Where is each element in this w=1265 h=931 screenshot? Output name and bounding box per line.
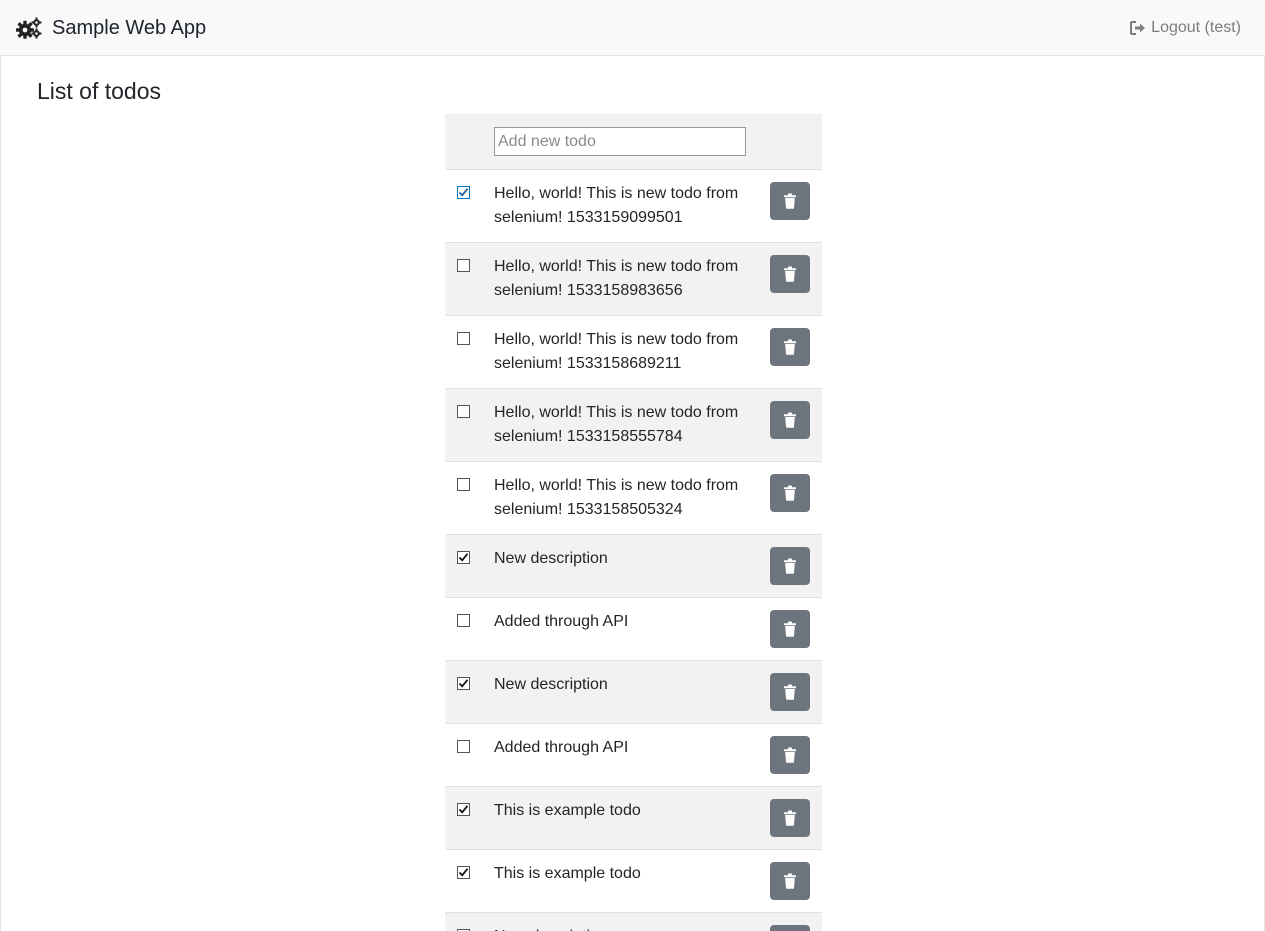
checkmark-icon — [458, 805, 469, 814]
cogs-icon — [16, 17, 42, 39]
checkmark-icon — [458, 553, 469, 562]
logout-link[interactable]: Logout (test) — [1130, 0, 1241, 56]
delete-todo-button[interactable] — [770, 673, 810, 711]
todo-table: Hello, world! This is new todo from sele… — [445, 114, 822, 931]
todo-row: Hello, world! This is new todo from sele… — [445, 462, 822, 535]
todo-checkbox[interactable] — [457, 614, 470, 627]
todo-text: Added through API — [494, 739, 629, 756]
todo-row: Added through API — [445, 598, 822, 661]
todo-checkbox[interactable] — [457, 478, 470, 491]
todo-row: New description — [445, 535, 822, 598]
trash-icon — [784, 810, 796, 826]
trash-icon — [784, 684, 796, 700]
page-title: List of todos — [37, 78, 162, 104]
todo-text: Hello, world! This is new todo from sele… — [494, 258, 739, 299]
checkmark-icon — [458, 679, 469, 688]
todo-checkbox[interactable] — [457, 259, 470, 272]
delete-todo-button[interactable] — [770, 610, 810, 648]
trash-icon — [784, 266, 796, 282]
todo-row: New description — [445, 661, 822, 724]
trash-icon — [784, 621, 796, 637]
todo-row: Hello, world! This is new todo from sele… — [445, 316, 822, 389]
todo-row: New description — [445, 913, 822, 931]
todo-row: Hello, world! This is new todo from sele… — [445, 170, 822, 243]
delete-todo-button[interactable] — [770, 925, 810, 931]
todo-checkbox[interactable] — [457, 803, 470, 816]
delete-todo-button[interactable] — [770, 182, 810, 220]
todo-text: New description — [494, 925, 750, 931]
brand-link[interactable]: Sample Web App — [16, 0, 206, 56]
trash-icon — [784, 558, 796, 574]
trash-icon — [784, 485, 796, 501]
todo-text: Hello, world! This is new todo from sele… — [494, 331, 739, 372]
todo-text: This is example todo — [494, 865, 641, 882]
todo-checkbox[interactable] — [457, 551, 470, 564]
trash-icon — [784, 873, 796, 889]
delete-todo-button[interactable] — [770, 401, 810, 439]
trash-icon — [784, 747, 796, 763]
todo-checkbox[interactable] — [457, 677, 470, 690]
todo-checkbox[interactable] — [457, 740, 470, 753]
todo-row: This is example todo — [445, 787, 822, 850]
trash-icon — [784, 412, 796, 428]
delete-todo-button[interactable] — [770, 547, 810, 585]
todo-text: Hello, world! This is new todo from sele… — [494, 404, 739, 445]
brand-label: Sample Web App — [52, 16, 207, 39]
todo-row: This is example todo — [445, 850, 822, 913]
checkmark-icon — [458, 188, 469, 197]
todo-row: Hello, world! This is new todo from sele… — [445, 389, 822, 462]
sign-out-icon — [1130, 21, 1146, 35]
delete-todo-button[interactable] — [770, 255, 810, 293]
delete-todo-button[interactable] — [770, 328, 810, 366]
todo-text: Hello, world! This is new todo from sele… — [494, 477, 739, 518]
delete-todo-button[interactable] — [770, 862, 810, 900]
todo-text: New description — [494, 550, 608, 567]
delete-todo-button[interactable] — [770, 474, 810, 512]
todo-checkbox[interactable] — [457, 866, 470, 879]
todo-text: This is example todo — [494, 802, 641, 819]
todo-checkbox[interactable] — [457, 405, 470, 418]
todo-row: Hello, world! This is new todo from sele… — [445, 243, 822, 316]
trash-icon — [784, 339, 796, 355]
logout-label: Logout (test) — [1151, 19, 1241, 36]
main-content: List of todos Hello, world! This is new … — [0, 56, 1265, 931]
todo-text: Added through API — [494, 613, 629, 630]
add-todo-input[interactable] — [494, 127, 746, 156]
navbar: Sample Web App Logout (test) — [0, 0, 1265, 56]
todo-text: Hello, world! This is new todo from sele… — [494, 185, 739, 226]
todo-row: Added through API — [445, 724, 822, 787]
trash-icon — [784, 193, 796, 209]
checkmark-icon — [458, 868, 469, 877]
delete-todo-button[interactable] — [770, 736, 810, 774]
add-todo-row — [445, 114, 822, 170]
todo-checkbox[interactable] — [457, 332, 470, 345]
todo-text: New description — [494, 676, 608, 693]
delete-todo-button[interactable] — [770, 799, 810, 837]
todo-checkbox[interactable] — [457, 186, 470, 199]
